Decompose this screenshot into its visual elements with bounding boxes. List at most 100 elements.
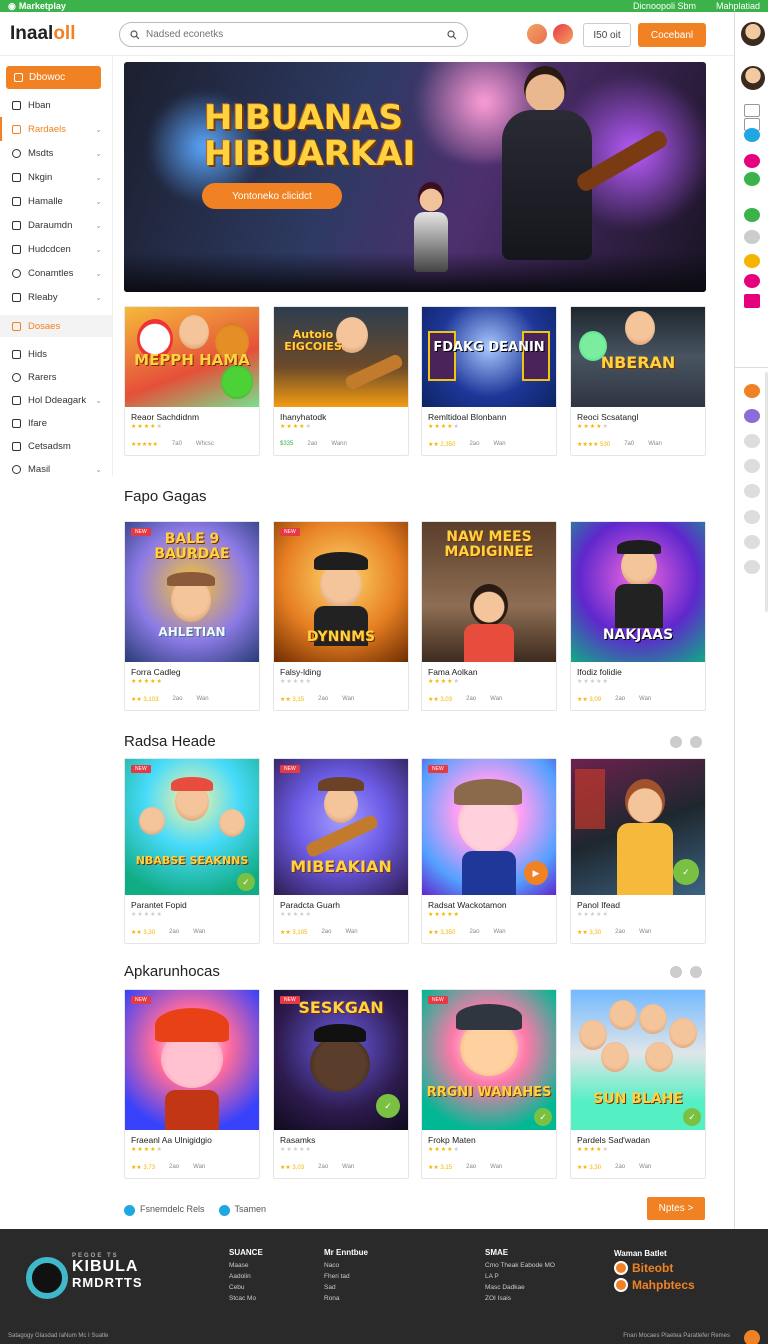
- card-title[interactable]: Parantet Fopid: [125, 895, 259, 911]
- card-title[interactable]: Ifodiz folidie: [571, 662, 705, 678]
- card-title[interactable]: Falsy-lding: [274, 662, 408, 678]
- game-card[interactable]: NAKJAAS Ifodiz folidie ★★★★★ ★★ 3,09 2ao W…: [570, 521, 706, 711]
- star-icon[interactable]: [744, 254, 760, 268]
- sidebar-item[interactable]: Rarers: [0, 366, 112, 389]
- card-title[interactable]: Forra Cadleg: [125, 662, 259, 678]
- next-page-button[interactable]: Nptes >: [647, 1197, 705, 1220]
- game-card[interactable]: NEW NBABSE SEAKNNS ✓ Parantet Fopid ★★★★…: [124, 758, 260, 944]
- game-card[interactable]: NEW BALE 9 BAURDAE AHLETIAN Forra Cadleg…: [124, 521, 260, 711]
- footer-link[interactable]: Masc Dadkae: [485, 1282, 555, 1293]
- search-bar[interactable]: [119, 22, 468, 47]
- footer-link[interactable]: Cebu: [229, 1282, 263, 1293]
- circle-icon[interactable]: [744, 484, 760, 498]
- card-title[interactable]: Frokp Maten: [422, 1130, 556, 1146]
- hero-banner[interactable]: HIBUANAS HIBUARKAI Yontoneko clicidct: [124, 62, 706, 292]
- hero-cta-button[interactable]: Yontoneko clicidct: [202, 183, 342, 209]
- next-icon[interactable]: [690, 736, 702, 748]
- footer-link[interactable]: Cmo Theak Eabode MO: [485, 1260, 555, 1271]
- game-card[interactable]: NEW DYNNMS Falsy-lding ★★★★★ ★★ 3,15 2ao W…: [273, 521, 409, 711]
- sidebar-item[interactable]: Ifare: [0, 412, 112, 435]
- footer-link[interactable]: Sad: [324, 1282, 368, 1293]
- card-title[interactable]: Fraeanl Aa Ulnigidgio: [125, 1130, 259, 1146]
- chat-bubble-icon[interactable]: [744, 1330, 760, 1344]
- square-icon[interactable]: [744, 104, 760, 117]
- tag-icon[interactable]: [744, 274, 760, 288]
- circle-icon[interactable]: [744, 560, 760, 574]
- sidebar-item[interactable]: Masil ⌄: [0, 458, 112, 481]
- coin-icon[interactable]: [744, 384, 760, 398]
- card-title[interactable]: Panol Ifead: [571, 895, 705, 911]
- game-card[interactable]: NEW Fraeanl Aa Ulnigidgio ★★★★★ ★★ 3,73 2…: [124, 989, 260, 1179]
- search-submit-icon[interactable]: [447, 29, 457, 40]
- checkbox-filter-1[interactable]: Fsnemdelc Rels: [124, 1204, 205, 1216]
- footer-link[interactable]: Fheri tad: [324, 1271, 368, 1282]
- next-icon[interactable]: [690, 966, 702, 978]
- sidebar-item[interactable]: Nkgin ⌄: [0, 165, 112, 189]
- card-title[interactable]: Rasamks: [274, 1130, 408, 1146]
- sidebar-item[interactable]: Cetsadsm: [0, 435, 112, 458]
- game-card[interactable]: FDAKG DEANIN Remltidoal Blonbann ★★★★★ ★…: [421, 306, 557, 456]
- user-avatar[interactable]: [741, 66, 765, 90]
- prev-icon[interactable]: [670, 966, 682, 978]
- search-input[interactable]: [146, 29, 441, 40]
- card-title[interactable]: Pardels Sad'wadan: [571, 1130, 705, 1146]
- circle-icon[interactable]: [744, 230, 760, 244]
- game-card[interactable]: NBERAN Reoci Scsatangl ★★★★★ ★★★★ 530 7a0…: [570, 306, 706, 456]
- footer-link[interactable]: Maase: [229, 1260, 263, 1271]
- topbar-link-1[interactable]: Dicnoopoli Sbm: [633, 1, 696, 11]
- footer-link[interactable]: Rona: [324, 1293, 368, 1304]
- game-card[interactable]: MEPPH HAMA Reaor Sachdidnm ★★★★★ ★★★★★ 7a…: [124, 306, 260, 456]
- sidebar-item[interactable]: Hol Ddeagark ⌄: [0, 389, 112, 412]
- game-icon[interactable]: [744, 208, 760, 222]
- footer-link[interactable]: LA P: [485, 1271, 555, 1282]
- footer-link[interactable]: Naco: [324, 1260, 368, 1271]
- checkbox-filter-2[interactable]: Tsamen: [218, 1204, 266, 1216]
- sidebar-section[interactable]: Dosaes: [0, 315, 112, 337]
- footer-logo[interactable]: PEGOE TS KIBULA RMDRTTS: [72, 1253, 143, 1291]
- game-card[interactable]: NEW ▶ Radsat Wackotamon ★★★★★ ★★ 3,350 2a…: [421, 758, 557, 944]
- footer-link[interactable]: Aadolin: [229, 1271, 263, 1282]
- sidebar-item[interactable]: Rleaby ⌄: [0, 285, 112, 309]
- sidebar-item[interactable]: Hban: [0, 93, 112, 117]
- header-outline-button[interactable]: I50 oit: [583, 23, 631, 47]
- sidebar-item[interactable]: Hudcdcen ⌄: [0, 237, 112, 261]
- card-title[interactable]: Radsat Wackotamon: [422, 895, 556, 911]
- card-title[interactable]: Ihanyhatodk: [274, 407, 408, 423]
- info-icon[interactable]: [744, 128, 760, 142]
- game-card[interactable]: NEW MIBEAKIAN Paradcta Guarh ★★★★★ ★★ 3,…: [273, 758, 409, 944]
- sidebar-item[interactable]: Hids: [0, 343, 112, 366]
- game-card[interactable]: SUN BLAHE ✓ Pardels Sad'wadan ★★★★★ ★★ 3…: [570, 989, 706, 1179]
- card-title[interactable]: Fama Aolkan: [422, 662, 556, 678]
- sidebar-item-active[interactable]: Dbowoc: [6, 66, 101, 89]
- prev-icon[interactable]: [670, 736, 682, 748]
- card-title[interactable]: Reaor Sachdidnm: [125, 407, 259, 423]
- sidebar-item[interactable]: Daraumdn ⌄: [0, 213, 112, 237]
- footer-brand-link[interactable]: Mahpbtecs: [614, 1278, 695, 1292]
- sidebar-item[interactable]: Hamalle ⌄: [0, 189, 112, 213]
- sidebar-item[interactable]: Conamtles ⌄: [0, 261, 112, 285]
- badge-icon[interactable]: [744, 294, 760, 308]
- sidebar-item[interactable]: Msdts ⌄: [0, 141, 112, 165]
- circle-icon[interactable]: [744, 510, 760, 524]
- sidebar-item[interactable]: Rardaels ⌄: [0, 117, 112, 141]
- music-icon[interactable]: [744, 409, 760, 423]
- footer-brand-link[interactable]: Biteobt: [614, 1261, 695, 1275]
- card-title[interactable]: Paradcta Guarh: [274, 895, 408, 911]
- footer-link[interactable]: Stcac Mo: [229, 1293, 263, 1304]
- card-title[interactable]: Reoci Scsatangl: [571, 407, 705, 423]
- game-card[interactable]: Autoio EIGCOIES Ihanyhatodk ★★★★★ $335 2a…: [273, 306, 409, 456]
- site-logo[interactable]: Inaaloll: [10, 23, 110, 45]
- footer-link[interactable]: ZOI Isais: [485, 1293, 555, 1304]
- game-card[interactable]: ✓ Panol Ifead ★★★★★ ★★ 3,30 2ao Wan: [570, 758, 706, 944]
- chat-icon[interactable]: [744, 172, 760, 186]
- user-avatar[interactable]: [741, 22, 765, 46]
- circle-icon[interactable]: [744, 535, 760, 549]
- game-card[interactable]: NEW SESKGAN ✓ Rasamks ★★★★★ ★★ 3,03 2ao Wa…: [273, 989, 409, 1179]
- header-primary-button[interactable]: Cocebanl: [638, 23, 706, 47]
- notify-icon[interactable]: [744, 154, 760, 168]
- topbar-link-2[interactable]: Mahplatiad: [716, 1, 760, 11]
- game-card[interactable]: NAW MEES MADIGINEE Fama Aolkan ★★★★★ ★★ …: [421, 521, 557, 711]
- circle-icon[interactable]: [744, 434, 760, 448]
- game-card[interactable]: NEW RRGNI WANAHES ✓ Frokp Maten ★★★★★ ★★…: [421, 989, 557, 1179]
- card-title[interactable]: Remltidoal Blonbann: [422, 407, 556, 423]
